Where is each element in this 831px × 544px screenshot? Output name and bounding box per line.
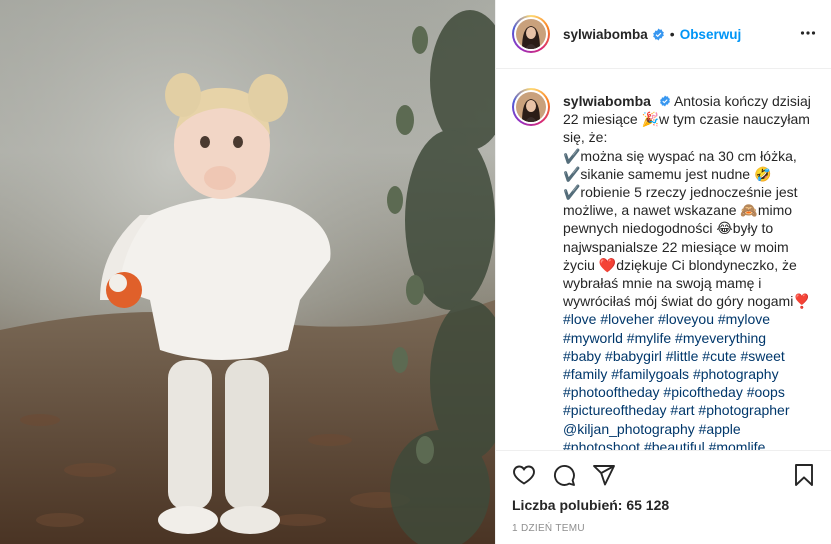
caption-line: ✔️można się wyspać na 30 cm łóżka, xyxy=(563,147,797,164)
header-username[interactable]: sylwiabomba xyxy=(563,27,648,42)
more-options-icon[interactable] xyxy=(800,25,816,46)
post-timestamp[interactable]: 1 DZIEŃ TEMU xyxy=(512,523,585,534)
post-photo[interactable] xyxy=(0,0,495,544)
likes-value: 65 128 xyxy=(626,497,670,513)
share-icon[interactable] xyxy=(592,463,616,492)
caption-line: Antosia kończy dzisiaj xyxy=(673,93,811,109)
post-side-panel: sylwiabomba • Obserwuj sylwiabomba Antos… xyxy=(495,0,831,544)
hashtag-line[interactable]: #pictureoftheday #art #photographer xyxy=(563,401,821,419)
caption-avatar[interactable] xyxy=(512,88,550,126)
caption-line: wywróciłaś mój świat do góry nogami❣️ xyxy=(563,293,811,310)
post-header: sylwiabomba • Obserwuj xyxy=(496,0,831,69)
caption-line: wybrałaś mnie na swoją mamę i xyxy=(563,275,762,292)
verified-badge-icon xyxy=(652,28,665,41)
mention-line[interactable]: @kiljan_photography #apple xyxy=(563,420,821,438)
hashtag-line[interactable]: #love #loveher #loveyou #mylove xyxy=(563,310,821,328)
heart-icon[interactable] xyxy=(512,463,536,492)
caption-line: 22 miesiące 🎉w tym czasie nauczyłam xyxy=(563,111,810,128)
comment-icon[interactable] xyxy=(552,463,576,492)
post-actions: Liczba polubień: 65 128 1 DZIEŃ TEMU xyxy=(496,450,831,544)
hashtag-line[interactable]: #photoshoot #beautiful #momlife xyxy=(563,438,821,450)
caption-line: ✔️sikanie samemu jest nudne 🤣 xyxy=(563,165,772,182)
caption-line: życiu ❤️dziękuje Ci blondyneczko, że xyxy=(563,256,797,273)
caption-line: się, że: xyxy=(563,129,608,146)
caption-line: ✔️robienie 5 rzeczy jednocześnie jest xyxy=(563,184,798,201)
follow-button[interactable]: Obserwuj xyxy=(680,27,742,42)
caption-text: sylwiabomba Antosia kończy dzisiaj 22 mi… xyxy=(563,92,821,450)
caption-line: najwspanialsze 22 miesiące w moim xyxy=(563,238,789,255)
caption-line: możliwe, a nawet wskazane 🙈mimo xyxy=(563,202,793,219)
hashtag-line[interactable]: #myworld #mylife #myeverything xyxy=(563,329,821,347)
header-separator: • xyxy=(669,26,675,42)
bookmark-icon[interactable] xyxy=(792,463,816,492)
caption-line: pewnych niedogodności 😂były to xyxy=(563,220,774,237)
likes-count[interactable]: Liczba polubień: 65 128 xyxy=(512,497,669,513)
avatar-photo xyxy=(516,92,546,122)
hashtag-line[interactable]: #photooftheday #picoftheday #oops xyxy=(563,383,821,401)
hashtag-line[interactable]: #baby #babygirl #little #cute #sweet xyxy=(563,347,821,365)
likes-label: Liczba polubień: xyxy=(512,497,623,513)
caption-area[interactable]: sylwiabomba Antosia kończy dzisiaj 22 mi… xyxy=(496,70,831,450)
avatar-photo xyxy=(516,19,546,49)
caption-username[interactable]: sylwiabomba xyxy=(563,93,651,109)
hashtag-line[interactable]: #family #familygoals #photography xyxy=(563,365,821,383)
avatar[interactable] xyxy=(512,15,550,53)
verified-badge-icon xyxy=(659,95,671,107)
photo-illustration xyxy=(0,0,495,544)
